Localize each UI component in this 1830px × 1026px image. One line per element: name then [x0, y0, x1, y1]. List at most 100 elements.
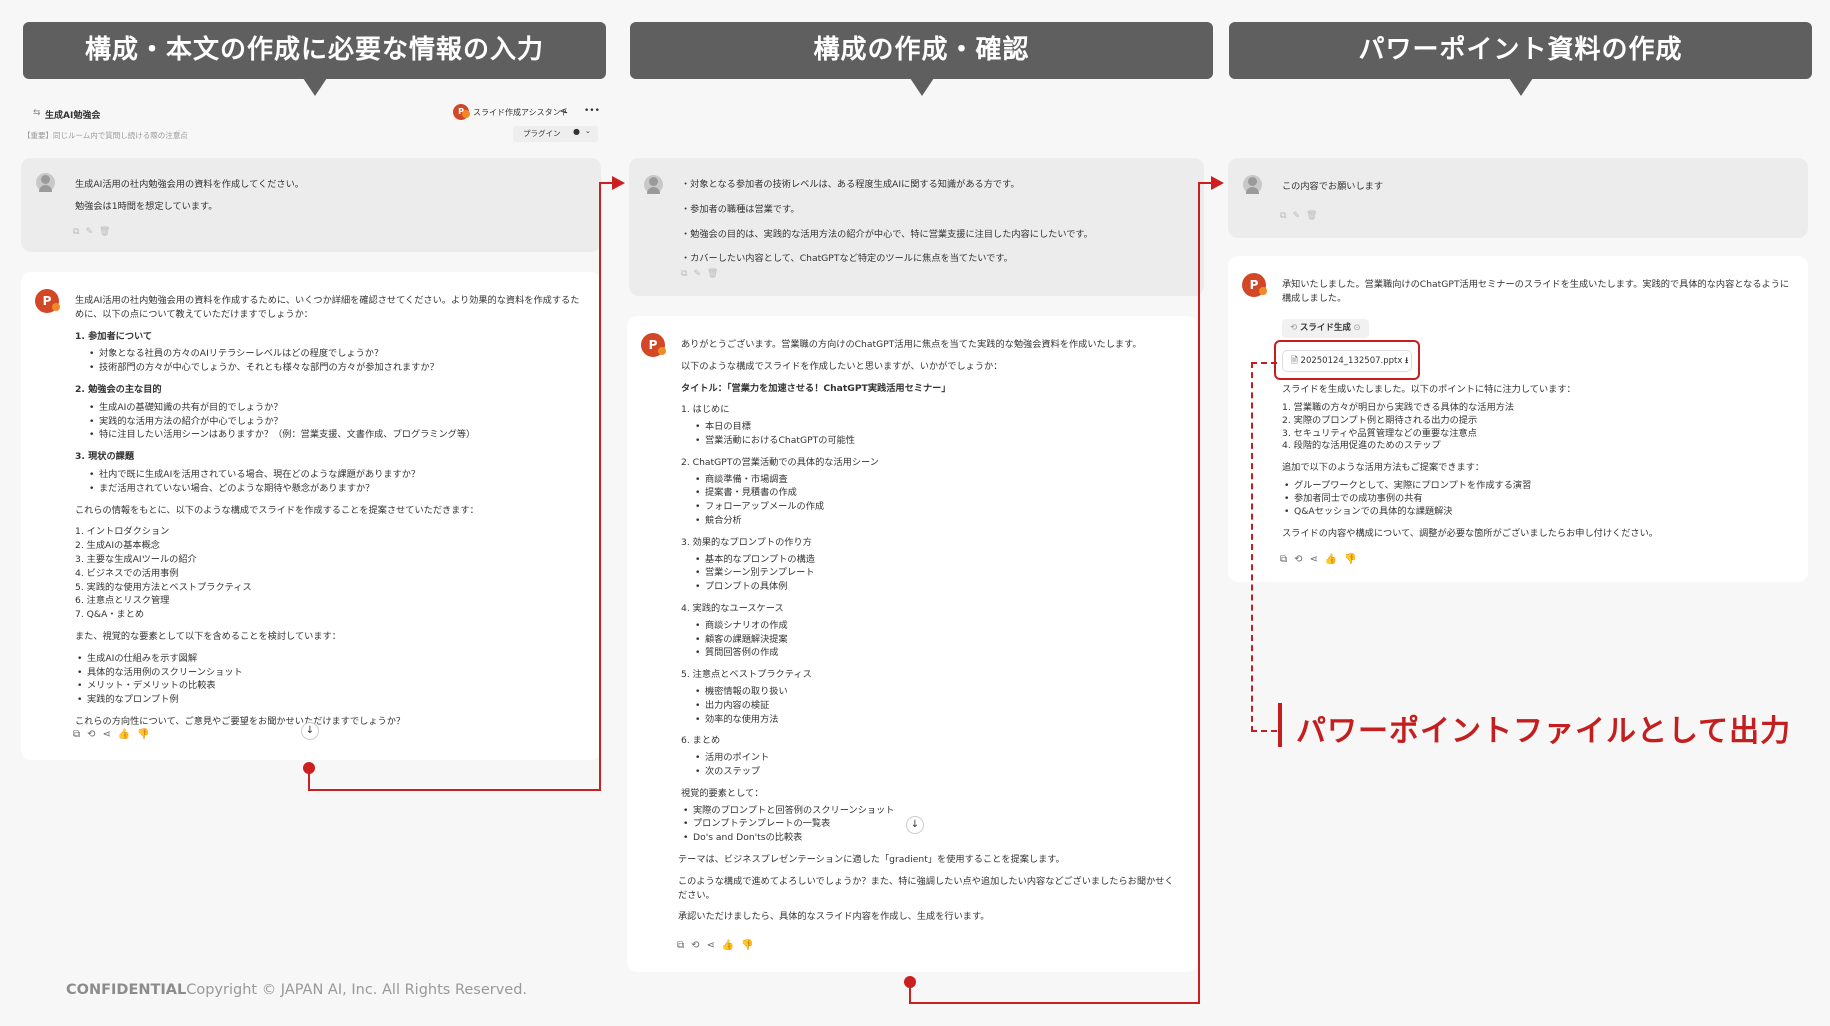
delete-icon[interactable]: 🗑: [99, 227, 116, 237]
edit-icon[interactable]: ✎: [693, 269, 707, 279]
copy-icon[interactable]: ⧉: [73, 729, 87, 740]
list-item: 競合分析: [693, 514, 1181, 528]
highlight-box: [1274, 340, 1420, 380]
edit-icon[interactable]: ✎: [85, 227, 99, 237]
list-item: 実践的なプロンプト例: [75, 693, 587, 707]
callout-bar: [1278, 703, 1282, 747]
flow-arrow: [612, 176, 625, 190]
list-item: プロンプトテンプレートの一覧表: [681, 817, 1181, 831]
assistant-avatar: P: [641, 333, 666, 357]
delete-icon[interactable]: 🗑: [1306, 211, 1323, 221]
info-icon[interactable]: ⓘ: [175, 129, 183, 140]
message-actions: ⧉⟲⋖👍👎: [73, 727, 157, 742]
flow-line: [1198, 182, 1212, 184]
thumbs-up-icon[interactable]: 👍: [1325, 554, 1344, 565]
section-title: 4. 実践的なユースケース: [681, 602, 784, 614]
list-item: 提案書・見積書の作成: [693, 486, 1181, 500]
list-item: 特に注目したい活用シーンはありますか？（例：営業支援、文書作成、プログラミング等…: [87, 428, 587, 442]
closing-text: スライドの内容や構成について、調整が必要な箇所がございましたらお申し付けください…: [1282, 527, 1658, 539]
closing-text: 承認いただけましたら、具体的なスライド内容を作成し、生成を行います。: [678, 911, 990, 923]
share-icon[interactable]: ⋖: [707, 940, 722, 951]
column-input: 構成・本文の作成に必要な情報の入力: [23, 22, 606, 96]
refresh-icon[interactable]: ⟲: [691, 940, 706, 951]
message-line: ・カバーしたい内容として、ChatGPTなど特定のツールに焦点を当てたいです。: [681, 253, 1013, 265]
user-avatar: [36, 173, 55, 192]
section-title: 6. まとめ: [681, 735, 721, 747]
flow-line: [1198, 182, 1200, 1004]
arrow-down-icon[interactable]: ↓: [301, 722, 319, 740]
list-item: グループワークとして、実際にプロンプトを作成する演習: [1282, 480, 1792, 493]
list-item: 生成AIの仕組みを示す図解: [75, 652, 587, 666]
assistant-message: P ありがとうございます。営業職の方向けのChatGPT活用に焦点を当てた実践的…: [627, 316, 1197, 972]
share-icon[interactable]: ⋖: [559, 106, 567, 117]
chevron-down-icon: ⌄: [585, 127, 591, 135]
share-icon[interactable]: ⋖: [103, 729, 118, 740]
section-title: 3. 効果的なプロンプトの作り方: [681, 536, 812, 548]
delete-icon[interactable]: 🗑: [707, 269, 724, 279]
theme-text: テーマは、ビジネスプレゼンテーションに適した「gradient」を使用することを…: [678, 853, 1065, 865]
outline-item: 7. Q&A・まとめ: [75, 609, 145, 621]
thumbs-down-icon[interactable]: 👎: [741, 940, 760, 951]
assistant-message: P 生成AI活用の社内勉強会用の資料を作成するために、いくつか詳細を確認させてく…: [21, 272, 601, 760]
outline-item: 6. 注意点とリスク管理: [75, 595, 170, 607]
section-title: 3. 現状の課題: [75, 451, 135, 463]
list-item: 出力内容の検証: [693, 699, 1181, 713]
user-message: 生成AI活用の社内勉強会用の資料を作成してください。 勉強会は1時間を想定してい…: [21, 158, 601, 252]
copy-icon[interactable]: ⧉: [681, 269, 693, 279]
visual-intro: また、視覚的な要素として以下を含めることを検討しています：: [75, 630, 341, 642]
question-text: このような構成で進めてよろしいでしょうか？また、特に強調したい点や追加したい内容…: [678, 875, 1174, 901]
section-title: 1. はじめに: [681, 404, 730, 416]
message-actions: ⧉✎🗑: [1280, 210, 1323, 224]
flow-line: [308, 789, 601, 791]
chat-topbar: ⇆ 生成AI勉強会 P スライド作成アシスタント ⋖ ••• 【重要】同じルーム…: [23, 104, 603, 144]
extra-intro: 追加で以下のような活用方法もご提案できます：: [1282, 462, 1485, 474]
point-item: 3. セキュリティや品質管理などの重要な注意点: [1282, 427, 1477, 439]
refresh-icon[interactable]: ⟲: [1294, 554, 1309, 565]
list-item: 質問回答例の作成: [693, 646, 1181, 660]
list-item: 商談シナリオの作成: [693, 619, 1181, 633]
assistant-name[interactable]: スライド作成アシスタント: [473, 107, 569, 118]
plugin-icon: ⟲: [1290, 323, 1298, 333]
banner-input: 構成・本文の作成に必要な情報の入力: [23, 22, 606, 96]
list-item: フォローアップメールの作成: [693, 500, 1181, 514]
thumbs-down-icon[interactable]: 👎: [137, 729, 156, 740]
message-actions: ⧉✎🗑: [73, 226, 116, 240]
copy-icon[interactable]: ⧉: [677, 940, 691, 951]
flow-line: [599, 182, 601, 791]
assistant-avatar: P: [35, 289, 60, 313]
callout-connector: [1251, 362, 1277, 364]
edit-icon[interactable]: ✎: [1292, 211, 1306, 221]
thumbs-down-icon[interactable]: 👎: [1344, 554, 1363, 565]
thumbs-up-icon[interactable]: 👍: [118, 729, 137, 740]
user-avatar: [1243, 175, 1262, 194]
intro-text: 生成AI活用の社内勉強会用の資料を作成するために、いくつか詳細を確認させてくださ…: [75, 295, 580, 320]
callout-connector: [1251, 362, 1253, 732]
plugin-select[interactable]: プラグイン ● ⌄: [513, 126, 598, 142]
message-actions: ⧉⟲⋖👍👎: [677, 938, 761, 953]
list-item: 本日の目標: [693, 420, 1181, 434]
point-item: 4. 段階的な活用促進のためのステップ: [1282, 440, 1441, 452]
sidebar-toggle-icon[interactable]: ⇆: [33, 108, 41, 118]
copy-icon[interactable]: ⧉: [1280, 554, 1294, 565]
list-item: 効率的な使用方法: [693, 713, 1181, 727]
outline-item: 3. 主要な生成AIツールの紹介: [75, 553, 197, 565]
list-item: 社内で既に生成AIを活用されている場合、現在どのような課題がありますか？: [87, 468, 587, 482]
copy-icon[interactable]: ⧉: [1280, 211, 1292, 221]
flow-line: [909, 982, 911, 1004]
copy-icon[interactable]: ⧉: [73, 227, 85, 237]
refresh-icon[interactable]: ⟲: [87, 729, 102, 740]
list-item: 活用のポイント: [693, 751, 1181, 765]
list-item: 対象となる社員の方々のAIリテラシーレベルはどの程度でしょうか？: [87, 347, 587, 361]
thumbs-up-icon[interactable]: 👍: [722, 940, 741, 951]
more-menu-icon[interactable]: •••: [584, 106, 600, 116]
notice-link[interactable]: 【重要】同じルーム内で質問し続ける際の注意点: [23, 130, 188, 141]
share-icon[interactable]: ⋖: [1310, 554, 1325, 565]
footer: CONFIDENTIALCopyright © JAPAN AI, Inc. A…: [66, 982, 527, 998]
point-item: 2. 実際のプロンプト例と期待される出力の提示: [1282, 414, 1478, 426]
column-pptx: パワーポイント資料の作成: [1229, 22, 1812, 96]
list-item: 基本的なプロンプトの構造: [693, 553, 1181, 567]
message-line: ・勉強会の目的は、実践的な活用方法の紹介が中心で、特に営業支援に注目した内容にし…: [681, 228, 1093, 240]
list-item: 商談準備・市場調査: [693, 473, 1181, 487]
arrow-down-icon[interactable]: ↓: [906, 816, 924, 834]
section-title: 2. ChatGPTの営業活動での具体的な活用シーン: [681, 456, 879, 468]
